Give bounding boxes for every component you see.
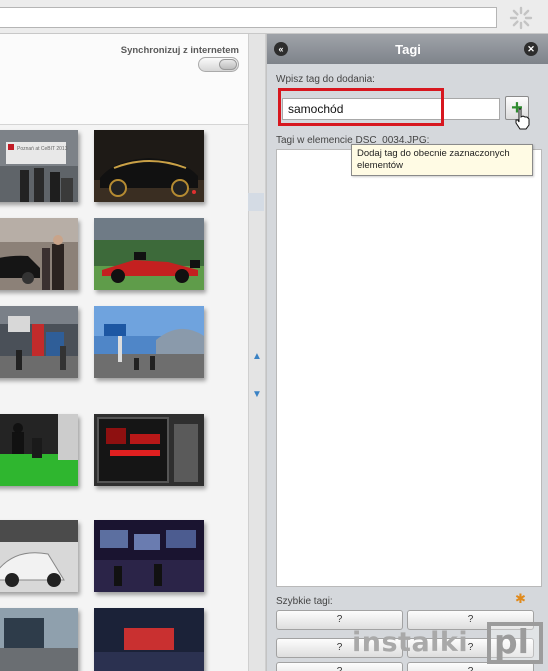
tag-input[interactable] [282, 98, 500, 120]
address-field[interactable] [0, 7, 497, 28]
tags-panel-header: « Tagi ✕ [267, 34, 548, 64]
element-tags-list[interactable] [276, 149, 542, 587]
sync-toggle-knob [219, 59, 237, 70]
photo-thumbnail[interactable] [94, 608, 204, 671]
photo-thumbnail[interactable] [0, 608, 78, 671]
tags-panel: « Tagi ✕ Wpisz tag do dodania: + Tagi w … [266, 34, 548, 671]
scroll-up-icon[interactable]: ▲ [251, 350, 263, 364]
sync-header: Synchronizuj z internetem [0, 34, 248, 125]
photo-thumbnail[interactable] [0, 306, 78, 378]
photo-thumbnail[interactable] [94, 218, 204, 290]
watermark-box: pl [487, 622, 543, 664]
gear-icon[interactable]: ✱ [515, 592, 527, 605]
photo-thumbnail[interactable] [0, 218, 78, 290]
watermark-box-text: pl [494, 622, 529, 661]
photo-thumbnail[interactable] [94, 414, 204, 486]
photo-thumbnail[interactable] [94, 130, 204, 202]
photo-thumbnail[interactable] [0, 520, 78, 592]
scroll-down-icon[interactable]: ▼ [251, 388, 263, 402]
selection-indicator [248, 193, 264, 211]
tag-input-label: Wpisz tag do dodania: [276, 74, 375, 85]
hand-cursor-icon [515, 108, 530, 130]
photo-thumbnail[interactable] [0, 414, 78, 486]
watermark-logo: instalki pl [348, 619, 548, 667]
sync-label: Synchronizuj z internetem [120, 45, 239, 56]
photo-thumbnail[interactable]: Poznań at CeBIT 2013 [0, 130, 78, 202]
photo-thumbnail[interactable] [94, 306, 204, 378]
loading-spinner-icon [509, 6, 533, 30]
quick-tags-label: Szybkie tagi: [276, 596, 333, 607]
photo-thumbnail[interactable] [94, 520, 204, 592]
watermark-text: instalki [352, 627, 469, 658]
close-circle-icon[interactable]: ✕ [524, 42, 538, 56]
add-tag-tooltip: Dodaj tag do obecnie zaznaczonych elemen… [351, 144, 533, 176]
panel-title: Tagi [395, 42, 421, 57]
sync-toggle[interactable] [198, 57, 239, 72]
thumb-caption: Poznań at CeBIT 2013 [17, 146, 68, 152]
top-toolbar [0, 0, 548, 34]
gallery-pane: Synchronizuj z internetem Poznań at CeBI… [0, 34, 248, 671]
pane-splitter[interactable]: ▲ ▼ [248, 34, 266, 671]
